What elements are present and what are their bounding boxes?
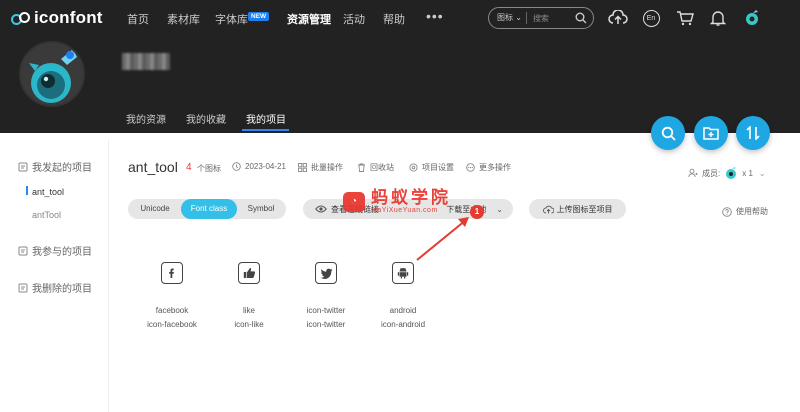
twitter-icon xyxy=(315,262,337,284)
icon-class: icon-android xyxy=(380,320,426,329)
logo[interactable]: iconfont xyxy=(11,8,103,28)
annotation-arrow xyxy=(416,217,469,261)
nav-fonts[interactable]: 字体库 xyxy=(215,11,248,27)
nav-activity[interactable]: 活动 xyxy=(343,11,365,27)
sidebar-group-joined[interactable]: 我参与的项目 xyxy=(18,243,92,258)
tab-my-favorites[interactable]: 我的收藏 xyxy=(186,111,226,126)
icon-class: icon-twitter xyxy=(306,320,346,329)
sidebar-group-created[interactable]: 我发起的项目 xyxy=(18,159,92,174)
chevron-down-icon: ⌄ xyxy=(496,204,503,214)
watermark-subtitle: MaYiXueYuan.com xyxy=(371,207,438,214)
members-count: x 1 xyxy=(742,168,753,178)
icon-name: facebook xyxy=(155,306,189,315)
sidebar-item-anttool[interactable]: antTool xyxy=(32,210,61,220)
icon-name: android xyxy=(389,306,417,315)
trash-icon xyxy=(357,163,366,172)
icon-count-unit: 个图标 xyxy=(197,164,221,173)
segment-symbol[interactable]: Symbol xyxy=(236,199,286,219)
more-actions-button[interactable]: 更多操作 xyxy=(466,162,511,173)
thumbs-up-icon xyxy=(238,262,260,284)
bell-icon[interactable] xyxy=(708,8,728,28)
members-icon xyxy=(688,168,698,178)
project-date: 2023-04-21 xyxy=(232,162,286,171)
nav-home[interactable]: 首页 xyxy=(127,11,149,27)
upload-cloud-icon[interactable] xyxy=(608,8,628,28)
upload-icons-button[interactable]: 上传图标至项目 xyxy=(529,199,626,219)
search-project-button[interactable] xyxy=(651,116,685,150)
avatar[interactable] xyxy=(19,41,85,107)
settings-icon xyxy=(409,163,418,172)
watermark: ◔ 蚂蚁学院 MaYiXueYuan.com xyxy=(343,189,451,214)
segment-unicode[interactable]: Unicode xyxy=(128,199,182,219)
logo-icon xyxy=(11,9,31,27)
sort-button[interactable] xyxy=(736,116,770,150)
active-tab-underline xyxy=(242,129,289,131)
chevron-down-icon: ⌄ xyxy=(758,168,766,178)
sidebar-item-ant-tool[interactable]: ant_tool xyxy=(32,187,64,197)
project-icon xyxy=(18,283,28,293)
project-title: ant_tool xyxy=(128,159,178,175)
sidebar xyxy=(0,133,108,412)
user-avatar-small[interactable] xyxy=(742,8,762,28)
new-folder-button[interactable] xyxy=(694,116,728,150)
header: iconfont 首页 素材库 字体库 NEW 资源管理 活动 帮助 ••• 图… xyxy=(0,0,800,133)
tab-my-projects[interactable]: 我的项目 xyxy=(246,111,286,126)
eye-icon xyxy=(315,205,327,213)
segment-font-class[interactable]: Font class xyxy=(181,199,237,219)
tab-my-resources[interactable]: 我的资源 xyxy=(126,111,166,126)
more-circle-icon xyxy=(466,163,475,172)
icon-count: 4 xyxy=(186,162,192,173)
search-icon[interactable] xyxy=(572,12,590,24)
members-info[interactable]: 成员: x 1 ⌄ xyxy=(688,166,766,180)
icon-class: icon-like xyxy=(234,320,264,329)
project-icon xyxy=(18,162,28,172)
nav-materials[interactable]: 素材库 xyxy=(167,11,200,27)
facebook-icon xyxy=(161,262,183,284)
icon-name: like xyxy=(242,306,255,315)
icon-card-facebook[interactable]: facebook icon-facebook xyxy=(137,262,207,332)
nav-help[interactable]: 帮助 xyxy=(383,11,405,27)
sidebar-divider xyxy=(108,140,109,412)
format-segmented-control: Unicode Font class Symbol xyxy=(128,199,286,219)
search-type-select[interactable]: 图标 ⌄ xyxy=(489,12,527,24)
members-label: 成员: xyxy=(702,168,721,178)
logo-text: iconfont xyxy=(34,8,103,27)
active-item-indicator xyxy=(26,186,28,195)
cart-icon[interactable] xyxy=(675,8,695,28)
project-settings-button[interactable]: 项目设置 xyxy=(409,162,454,173)
more-menu-icon[interactable]: ••• xyxy=(426,8,444,24)
watermark-title: 蚂蚁学院 xyxy=(371,188,451,207)
search-input[interactable]: 搜索 xyxy=(527,13,572,24)
project-icon xyxy=(18,246,28,256)
help-link[interactable]: 使用帮助 xyxy=(722,206,768,217)
icon-card-twitter[interactable]: icon-twitter icon-twitter xyxy=(291,262,361,332)
question-icon xyxy=(722,206,732,217)
icon-class: icon-facebook xyxy=(147,320,197,329)
top-nav: iconfont 首页 素材库 字体库 NEW 资源管理 活动 帮助 ••• 图… xyxy=(0,0,800,36)
clock-icon xyxy=(232,162,241,171)
upload-icon xyxy=(542,205,554,214)
nav-resource-manage[interactable]: 资源管理 xyxy=(287,11,331,27)
new-badge: NEW xyxy=(248,12,270,21)
grid-icon xyxy=(298,163,307,172)
member-avatar xyxy=(724,166,738,180)
android-icon xyxy=(392,262,414,284)
sidebar-group-deleted[interactable]: 我删除的项目 xyxy=(18,280,92,295)
search-box[interactable]: 图标 ⌄ 搜索 xyxy=(488,7,594,29)
watermark-logo-icon: ◔ xyxy=(343,191,365,212)
icon-card-android[interactable]: android icon-android xyxy=(368,262,438,332)
icon-name: icon-twitter xyxy=(306,306,346,315)
language-icon[interactable]: En xyxy=(641,8,661,28)
username-redacted xyxy=(122,53,170,70)
recycle-bin-button[interactable]: 回收站 xyxy=(357,162,394,173)
icon-card-like[interactable]: like icon-like xyxy=(214,262,284,332)
batch-action-button[interactable]: 批量操作 xyxy=(298,162,343,173)
